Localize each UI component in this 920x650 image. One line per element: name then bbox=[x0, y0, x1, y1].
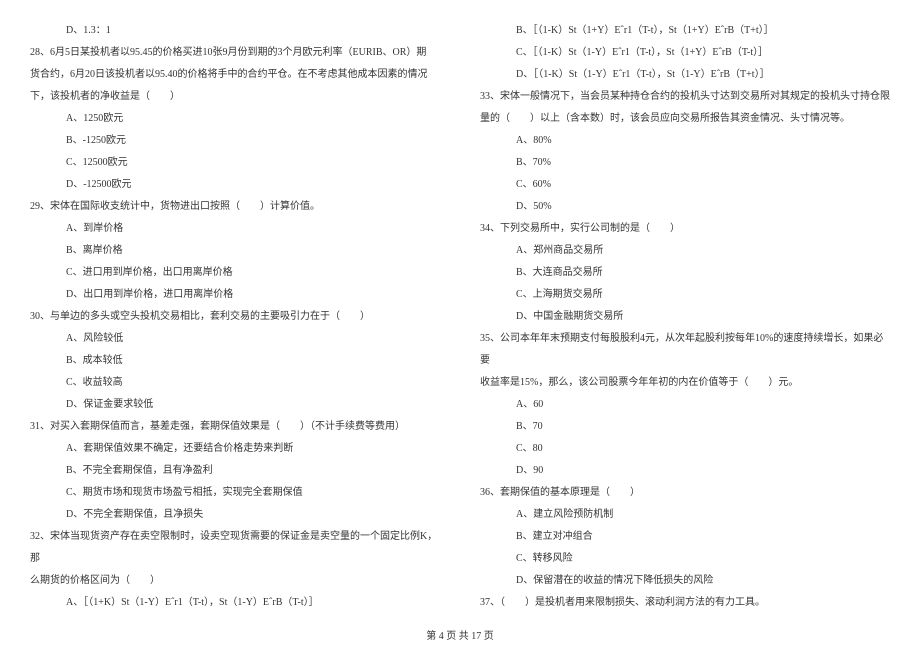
q30-option-d: D、保证金要求较低 bbox=[30, 394, 440, 416]
q37-text: 37、（ ）是投机者用来限制损失、滚动利润方法的有力工具。 bbox=[480, 592, 890, 614]
q30-option-b: B、成本较低 bbox=[30, 350, 440, 372]
q33-text-line1: 33、宋体一般情况下，当会员某种持仓合约的投机头寸达到交易所对其规定的投机头寸持… bbox=[480, 86, 890, 108]
q31-option-c: C、期货市场和现货市场盈亏相抵，实现完全套期保值 bbox=[30, 482, 440, 504]
q28-option-d: D、-12500欧元 bbox=[30, 174, 440, 196]
q31-text: 31、对买入套期保值而言，基差走强，套期保值效果是（ ）（不计手续费等费用） bbox=[30, 416, 440, 438]
q33-option-c: C、60% bbox=[480, 174, 890, 196]
q28-option-a: A、1250欧元 bbox=[30, 108, 440, 130]
q28-text-line3: 下，该投机者的净收益是（ ） bbox=[30, 86, 440, 108]
q34-option-b: B、大连商品交易所 bbox=[480, 262, 890, 284]
q34-option-c: C、上海期货交易所 bbox=[480, 284, 890, 306]
q32-option-b: B、［（1-K）St（1+Y）Eˆr1（T-t），St（1+Y）EˆrB（T+t… bbox=[480, 20, 890, 42]
q35-option-a: A、60 bbox=[480, 394, 890, 416]
q29-option-d: D、出口用到岸价格，进口用离岸价格 bbox=[30, 284, 440, 306]
q32-option-a: A、［（1+K）St（1-Y）Eˆr1（T-t），St（1-Y）EˆrB（T-t… bbox=[30, 592, 440, 614]
q28-option-b: B、-1250欧元 bbox=[30, 130, 440, 152]
q32-option-d: D、［（1-K）St（1-Y）Eˆr1（T-t），St（1-Y）EˆrB（T+t… bbox=[480, 64, 890, 86]
q29-text: 29、宋体在国际收支统计中，货物进出口按照（ ）计算价值。 bbox=[30, 196, 440, 218]
q30-option-a: A、风险较低 bbox=[30, 328, 440, 350]
q31-option-d: D、不完全套期保值，且净损失 bbox=[30, 504, 440, 526]
right-column: B、［（1-K）St（1+Y）Eˆr1（T-t），St（1+Y）EˆrB（T+t… bbox=[480, 20, 890, 614]
q34-option-d: D、中国金融期货交易所 bbox=[480, 306, 890, 328]
q34-option-a: A、郑州商品交易所 bbox=[480, 240, 890, 262]
q35-option-b: B、70 bbox=[480, 416, 890, 438]
page-footer: 第 4 页 共 17 页 bbox=[0, 627, 920, 642]
q32-text-line1: 32、宋体当现货资产存在卖空限制时，设卖空现货需要的保证金是卖空量的一个固定比例… bbox=[30, 526, 440, 570]
q33-option-d: D、50% bbox=[480, 196, 890, 218]
q30-option-c: C、收益较高 bbox=[30, 372, 440, 394]
q28-text-line2: 货合约，6月20日该投机者以95.40的价格将手中的合约平仓。在不考虑其他成本因… bbox=[30, 64, 440, 86]
left-column: D、1.3：1 28、6月5日某投机者以95.45的价格买进10张9月份到期的3… bbox=[30, 20, 440, 614]
q36-option-b: B、建立对冲组合 bbox=[480, 526, 890, 548]
q28-text-line1: 28、6月5日某投机者以95.45的价格买进10张9月份到期的3个月欧元利率（E… bbox=[30, 42, 440, 64]
q36-option-a: A、建立风险预防机制 bbox=[480, 504, 890, 526]
q32-text-line2: 么期货的价格区间为（ ） bbox=[30, 570, 440, 592]
q33-option-b: B、70% bbox=[480, 152, 890, 174]
q29-option-b: B、离岸价格 bbox=[30, 240, 440, 262]
q31-option-a: A、套期保值效果不确定，还要结合价格走势来判断 bbox=[30, 438, 440, 460]
q29-option-a: A、到岸价格 bbox=[30, 218, 440, 240]
q31-option-b: B、不完全套期保值，且有净盈利 bbox=[30, 460, 440, 482]
q28-option-c: C、12500欧元 bbox=[30, 152, 440, 174]
q36-option-c: C、转移风险 bbox=[480, 548, 890, 570]
q35-text-line2: 收益率是15%，那么，该公司股票今年年初的内在价值等于（ ）元。 bbox=[480, 372, 890, 394]
q34-text: 34、下列交易所中，实行公司制的是（ ） bbox=[480, 218, 890, 240]
q30-text: 30、与单边的多头或空头投机交易相比，套利交易的主要吸引力在于（ ） bbox=[30, 306, 440, 328]
q32-option-c: C、［（1-K）St（1-Y）Eˆr1（T-t），St（1+Y）EˆrB（T-t… bbox=[480, 42, 890, 64]
q35-option-d: D、90 bbox=[480, 460, 890, 482]
q27-option-d: D、1.3：1 bbox=[30, 20, 440, 42]
q36-option-d: D、保留潜在的收益的情况下降低损失的风险 bbox=[480, 570, 890, 592]
q29-option-c: C、进口用到岸价格，出口用离岸价格 bbox=[30, 262, 440, 284]
exam-page: D、1.3：1 28、6月5日某投机者以95.45的价格买进10张9月份到期的3… bbox=[0, 0, 920, 644]
q33-text-line2: 量的（ ）以上（含本数）时，该会员应向交易所报告其资金情况、头寸情况等。 bbox=[480, 108, 890, 130]
q35-option-c: C、80 bbox=[480, 438, 890, 460]
q33-option-a: A、80% bbox=[480, 130, 890, 152]
q35-text-line1: 35、公司本年年末预期支付每股股利4元，从次年起股利按每年10%的速度持续增长，… bbox=[480, 328, 890, 372]
q36-text: 36、套期保值的基本原理是（ ） bbox=[480, 482, 890, 504]
